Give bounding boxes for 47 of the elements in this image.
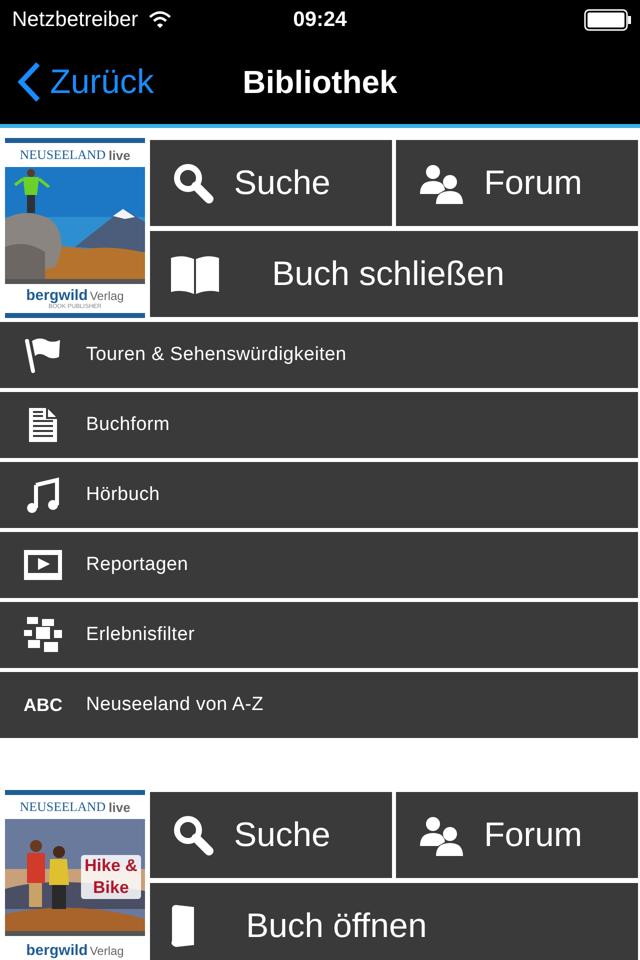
forum-button[interactable]: Forum	[396, 140, 638, 226]
menu-item-label: Reportagen	[86, 554, 188, 576]
music-note-icon	[26, 477, 60, 513]
flag-icon	[24, 337, 62, 373]
menu-item-label: Buchform	[86, 414, 170, 436]
status-time: 09:24	[292, 8, 348, 32]
menu-item-label: Hörbuch	[86, 484, 160, 506]
wifi-icon	[148, 11, 172, 29]
carrier-name: Netzbetreiber	[12, 8, 138, 32]
menu-item-label: Erlebnisfilter	[86, 624, 195, 646]
people-icon	[418, 162, 464, 204]
menu-item[interactable]: Erlebnisfilter	[0, 602, 638, 668]
menu-item[interactable]: ABC Neuseeland von A-Z	[0, 672, 638, 738]
menu-item[interactable]: Reportagen	[0, 532, 638, 598]
people-icon	[418, 814, 464, 856]
search-icon	[172, 162, 214, 204]
forum-button[interactable]: Forum	[396, 792, 638, 878]
series-suffix: live	[108, 800, 130, 814]
document-icon	[29, 408, 57, 442]
search-button[interactable]: Suche	[150, 140, 392, 226]
video-icon	[24, 550, 62, 580]
cover-title: Hike & Bike	[81, 855, 141, 899]
publisher-name: bergwild	[26, 286, 88, 304]
open-book-icon	[170, 254, 220, 294]
book-button[interactable]: Buch öffnen	[150, 883, 638, 960]
menu-item-label: Neuseeland von A-Z	[86, 694, 264, 716]
back-link[interactable]: Zurück	[0, 61, 154, 103]
screen-title: Bibliothek	[242, 64, 398, 100]
battery-icon	[584, 9, 632, 31]
menu-item[interactable]: Hörbuch	[0, 462, 638, 528]
book-cover[interactable]: NEUSEELAND live Hike & Bike bergwild Verlag	[5, 790, 145, 960]
publisher-suffix: Verlag	[90, 288, 124, 302]
menu-item-label: Touren & Sehenswürdigkeiten	[86, 344, 347, 366]
search-icon	[172, 814, 214, 856]
blocks-icon	[24, 617, 62, 653]
series-title: NEUSEELAND	[20, 147, 106, 163]
menu-item[interactable]: Touren & Sehenswürdigkeiten	[0, 322, 638, 388]
publisher-name: bergwild	[26, 942, 88, 959]
series-title: NEUSEELAND	[20, 799, 106, 815]
series-suffix: live	[108, 148, 130, 162]
book-button[interactable]: Buch schließen	[150, 231, 638, 317]
closed-book-icon	[170, 905, 194, 947]
menu-item[interactable]: Buchform	[0, 392, 638, 458]
search-button[interactable]: Suche	[150, 792, 392, 878]
abc-icon: ABC	[24, 694, 62, 716]
publisher-suffix: Verlag	[90, 944, 124, 958]
chevron-left-icon	[16, 61, 42, 103]
